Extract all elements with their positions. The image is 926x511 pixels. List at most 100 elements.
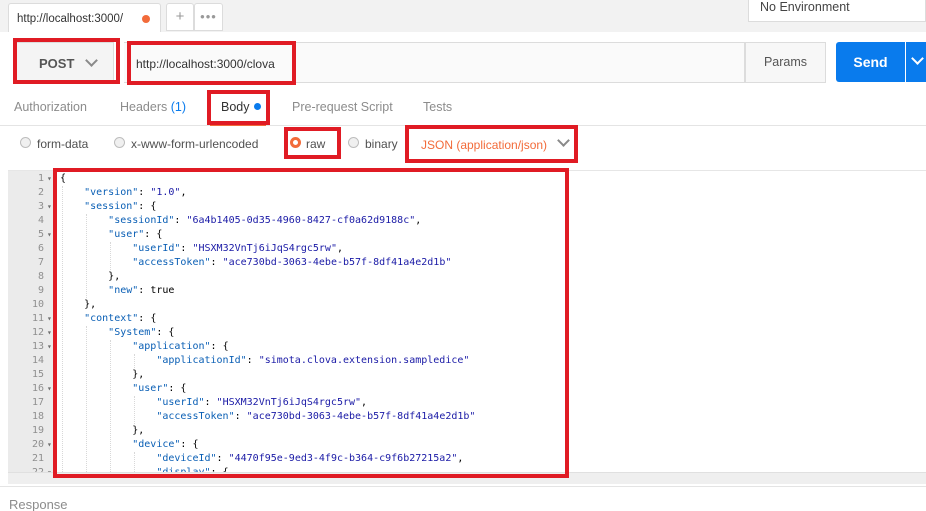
line-number: 19 <box>31 425 44 436</box>
code-editor[interactable]: 1 ▾{2 "version": "1.0", 3 ▾ "session": {4 "… <box>8 170 926 472</box>
indent-guide <box>134 396 136 424</box>
environment-select[interactable]: No Environment <box>748 0 926 22</box>
line-number: 12 <box>31 327 44 338</box>
fold-toggle-icon[interactable]: ▾ <box>47 326 52 340</box>
line-number: 2 <box>37 187 44 198</box>
code-text: "deviceId": "4470f95e-9ed3-4f9c-b364-c9f… <box>156 453 464 464</box>
code-line: 1 ▾ { <box>8 172 926 186</box>
chevron-down-icon <box>85 54 98 67</box>
tab-authorization[interactable]: Authorization <box>14 100 87 114</box>
request-tab-bar: http://localhost:3000/ + ••• No Environm… <box>0 0 926 32</box>
send-options-button[interactable] <box>906 42 926 82</box>
code-text: "context": { <box>84 313 157 324</box>
code-text: "sessionId": "6a4b1405-0d35-4960-8427-cf… <box>108 215 422 226</box>
code-text: { <box>60 173 67 184</box>
chevron-down-icon <box>557 134 570 147</box>
indent-guide <box>134 354 136 368</box>
tab-headers[interactable]: Headers (1) <box>120 100 186 114</box>
send-button[interactable]: Send <box>836 42 905 82</box>
code-line: 18 "accessToken": "ace730bd-3063-4ebe-b5… <box>8 410 926 424</box>
code-line: 12 ▾ "System": { <box>8 326 926 340</box>
indent-guide <box>110 340 112 472</box>
line-number: 5 <box>37 229 44 240</box>
fold-toggle-icon[interactable]: ▾ <box>47 382 52 396</box>
code-line: 4 "sessionId": "6a4b1405-0d35-4960-8427-… <box>8 214 926 228</box>
urlencoded-label: x-www-form-urlencoded <box>131 137 259 151</box>
tab-tests[interactable]: Tests <box>423 100 452 114</box>
code-line: 19 }, <box>8 424 926 438</box>
line-number: 20 <box>31 439 44 450</box>
content-type-label: JSON (application/json) <box>421 138 548 152</box>
code-text: }, <box>132 425 145 436</box>
request-tab-title: http://localhost:3000/ <box>17 13 124 25</box>
line-number: 10 <box>31 299 44 310</box>
fold-toggle-icon[interactable]: ▾ <box>47 340 52 354</box>
fold-toggle-icon[interactable]: ▾ <box>47 172 52 186</box>
line-number: 17 <box>31 397 44 408</box>
unsaved-dot-icon <box>142 15 150 23</box>
code-line: 2 "version": "1.0", <box>8 186 926 200</box>
binary-radio[interactable] <box>348 137 359 148</box>
method-select[interactable]: POST <box>14 42 114 83</box>
request-options-tabs: Authorization Headers (1) Body Pre-reque… <box>0 92 926 126</box>
line-number: 1 <box>37 173 44 184</box>
content-type-select[interactable]: JSON (application/json) <box>407 126 578 163</box>
code-line: 14 "applicationId": "simota.clova.extens… <box>8 354 926 368</box>
code-line: 6 "userId": "HSXM32VnTj6iJqS4rgc5rw", <box>8 242 926 256</box>
horizontal-scrollbar[interactable] <box>8 472 926 484</box>
code-line: 13 ▾ "application": { <box>8 340 926 354</box>
params-button[interactable]: Params <box>745 42 826 83</box>
line-number: 15 <box>31 369 44 380</box>
new-tab-button[interactable]: + <box>166 3 194 31</box>
fold-toggle-icon[interactable]: ▾ <box>47 312 52 326</box>
fold-toggle-icon[interactable]: ▾ <box>47 200 52 214</box>
code-text: "userId": "HSXM32VnTj6iJqS4rgc5rw", <box>156 397 368 408</box>
tab-pre-request-script[interactable]: Pre-request Script <box>292 100 393 114</box>
indent-guide <box>86 214 88 298</box>
code-line: 3 ▾ "session": { <box>8 200 926 214</box>
indent-guide <box>134 452 136 472</box>
fold-toggle-icon[interactable]: ▾ <box>47 228 52 242</box>
code-line: 8 }, <box>8 270 926 284</box>
code-line: 10 }, <box>8 298 926 312</box>
url-input[interactable]: http://localhost:3000/clova <box>124 42 745 83</box>
code-line: 5 ▾ "user": { <box>8 228 926 242</box>
fold-toggle-icon[interactable]: ▾ <box>47 438 52 452</box>
method-label: POST <box>39 56 75 71</box>
form-data-radio[interactable] <box>20 137 31 148</box>
code-line: 21 "deviceId": "4470f95e-9ed3-4f9c-b364-… <box>8 452 926 466</box>
tab-body[interactable]: Body <box>221 100 250 114</box>
request-tab[interactable]: http://localhost:3000/ <box>8 3 161 32</box>
line-number: 6 <box>37 243 44 254</box>
code-text: "user": { <box>108 229 163 240</box>
code-text: "version": "1.0", <box>84 187 187 198</box>
indent-guide <box>62 186 63 472</box>
code-line: 9 "new": true <box>8 284 926 298</box>
line-number: 13 <box>31 341 44 352</box>
binary-label: binary <box>365 137 398 151</box>
raw-label: raw <box>306 137 326 151</box>
urlencoded-radio[interactable] <box>114 137 125 148</box>
code-text: }, <box>84 299 97 310</box>
line-number: 14 <box>31 355 44 366</box>
code-line: 7 "accessToken": "ace730bd-3063-4ebe-b57… <box>8 256 926 270</box>
line-number: 11 <box>31 313 44 324</box>
modified-dot-icon <box>254 103 261 110</box>
url-text: http://localhost:3000/clova <box>136 57 275 71</box>
raw-radio[interactable] <box>290 137 301 148</box>
line-number: 7 <box>37 257 44 268</box>
tab-options-button[interactable]: ••• <box>194 3 223 31</box>
line-number: 8 <box>37 271 44 282</box>
code-text: }, <box>132 369 145 380</box>
code-text: "userId": "HSXM32VnTj6iJqS4rgc5rw", <box>132 243 343 254</box>
code-line: 17 "userId": "HSXM32VnTj6iJqS4rgc5rw", <box>8 396 926 410</box>
response-label: Response <box>9 497 68 511</box>
active-tab-indicator <box>210 123 266 126</box>
form-data-label: form-data <box>37 137 89 151</box>
code-text: "accessToken": "ace730bd-3063-4ebe-b57f-… <box>132 257 452 268</box>
code-line: 16 ▾ "user": { <box>8 382 926 396</box>
line-number: 4 <box>37 215 44 226</box>
line-number: 9 <box>37 285 44 296</box>
code-text: }, <box>108 271 121 282</box>
line-number: 16 <box>31 383 44 394</box>
